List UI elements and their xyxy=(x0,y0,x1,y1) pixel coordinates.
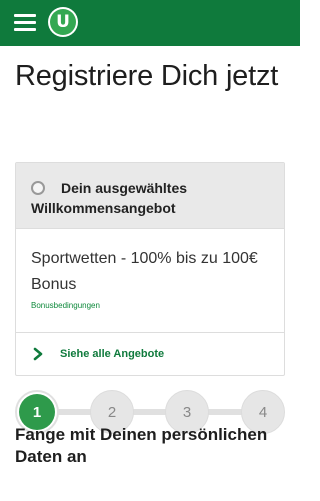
welcome-offer-card: Dein ausgewähltes Willkommensangebot Spo… xyxy=(15,162,285,376)
page-title: Registriere Dich jetzt xyxy=(15,60,279,92)
see-all-offers-label: Siehe alle Angebote xyxy=(60,348,165,360)
offer-header[interactable]: Dein ausgewähltes Willkommensangebot xyxy=(16,163,284,229)
hamburger-menu-icon[interactable] xyxy=(14,12,36,32)
stepper-track xyxy=(37,409,263,415)
bonus-terms-link[interactable]: Bonusbedingungen xyxy=(31,301,269,310)
see-all-offers-link[interactable]: Siehe alle Angebote xyxy=(16,333,284,375)
unibet-logo[interactable]: U xyxy=(48,7,78,37)
offer-radio-button[interactable] xyxy=(31,181,45,195)
top-bar: U xyxy=(0,0,300,46)
chevron-right-icon xyxy=(33,347,43,361)
offer-details: Sportwetten - 100% bis zu 100€ Bonus Bon… xyxy=(16,229,284,333)
personal-data-heading: Fange mit Deinen persönlichen Daten an xyxy=(15,425,268,466)
logo-letter: U xyxy=(50,9,76,35)
offer-heading: Dein ausgewähltes Willkommensangebot xyxy=(31,180,188,216)
offer-name: Sportwetten - 100% bis zu 100€ Bonus xyxy=(31,250,258,293)
